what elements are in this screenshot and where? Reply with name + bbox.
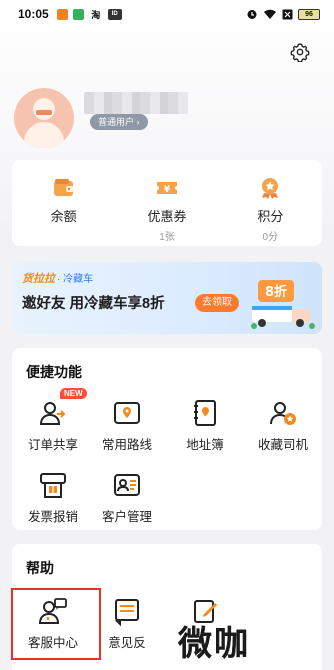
coupon-count: 1张 xyxy=(159,232,175,243)
avatar-body xyxy=(24,122,64,148)
points-label: 积分 xyxy=(257,209,284,224)
func-common-routes[interactable]: 常用路线 xyxy=(92,398,162,453)
wallet-icon xyxy=(53,179,74,196)
banner-headline: 邀好友 用冷藏车享8折 xyxy=(22,296,165,312)
func-label: 收藏司机 xyxy=(257,438,308,452)
avatar-head xyxy=(33,98,55,120)
wallet-item-points[interactable]: 积分 0分 xyxy=(219,160,322,246)
wallet-item-balance[interactable]: 余额 xyxy=(12,160,115,246)
avatar-tag xyxy=(36,110,52,115)
green-app-icon xyxy=(72,8,84,20)
status-time: 10:05 xyxy=(18,7,49,21)
func-label: 地址簿 xyxy=(186,438,224,452)
invoice-icon xyxy=(40,473,66,498)
alarm-icon xyxy=(247,10,257,19)
func-label: 意见反 xyxy=(108,636,146,650)
func-address-book[interactable]: 地址簿 xyxy=(170,398,240,453)
status-bar: 10:05 淘 ID 96 xyxy=(0,0,334,28)
id-card-icon: ID xyxy=(107,8,122,20)
share-order-icon xyxy=(39,402,66,425)
address-book-icon xyxy=(194,400,216,426)
banner-brand: 货拉拉 · 冷藏车 xyxy=(22,270,93,286)
wifi-icon xyxy=(264,9,276,19)
coupon-label: 优惠券 xyxy=(147,209,187,224)
wallet-item-coupon[interactable]: ¥ 优惠券 1张 xyxy=(115,160,218,246)
func-label: 订单共享 xyxy=(27,438,78,452)
quick-functions-card: 便捷功能 NEW 订单共享 常用路线 地址簿 收藏司机 发票报销 客户管理 xyxy=(12,348,322,530)
func-label: 客户管理 xyxy=(101,510,152,524)
func-customer-management[interactable]: 客户管理 xyxy=(92,470,162,525)
banner-claim-button[interactable]: 去领取 xyxy=(195,294,239,312)
customer-icon xyxy=(114,474,140,496)
banner-discount-tag: 8折 xyxy=(265,284,287,300)
func-favorite-drivers[interactable]: 收藏司机 xyxy=(248,398,318,453)
svg-text:¥: ¥ xyxy=(164,185,171,195)
coupon-icon: ¥ xyxy=(156,182,177,195)
highlight-box xyxy=(11,588,101,660)
gear-icon[interactable] xyxy=(290,42,310,62)
quick-functions-title: 便捷功能 xyxy=(26,364,82,380)
func-label: 常用路线 xyxy=(101,438,152,452)
func-order-share[interactable]: NEW 订单共享 xyxy=(18,388,88,453)
new-badge: NEW xyxy=(60,388,87,399)
favorite-driver-icon xyxy=(270,402,296,425)
func-invoice[interactable]: 发票报销 xyxy=(18,470,88,525)
banner-brand-name: 货拉拉 xyxy=(22,273,55,285)
battery-icon: 96 xyxy=(298,8,320,20)
func-label: 发票报销 xyxy=(27,510,78,524)
points-icon xyxy=(262,178,279,199)
promo-banner[interactable]: 货拉拉 · 冷藏车 邀好友 用冷藏车享8折 去领取 8折 xyxy=(12,262,322,334)
help-feedback[interactable]: 意见反 xyxy=(92,596,162,651)
points-count: 0分 xyxy=(262,232,279,243)
sim-icon xyxy=(282,9,293,19)
wallet-card: 余额 ¥ 优惠券 1张 积分 0分 xyxy=(12,160,322,246)
member-level-badge[interactable]: 普通用户 › xyxy=(90,114,148,130)
refrigerated-truck-illustration: 8折 xyxy=(251,280,315,329)
wallet-label: 余额 xyxy=(50,209,77,224)
feedback-icon xyxy=(115,599,139,626)
banner-brand-sub: · 冷藏车 xyxy=(57,274,94,285)
orange-app-icon xyxy=(56,8,68,20)
help-title: 帮助 xyxy=(26,560,54,576)
route-icon xyxy=(114,402,140,424)
taobao-icon: 淘 xyxy=(91,9,101,20)
watermark: 微咖 xyxy=(178,625,250,663)
user-name-blurred xyxy=(84,92,188,114)
avatar[interactable] xyxy=(14,88,74,148)
